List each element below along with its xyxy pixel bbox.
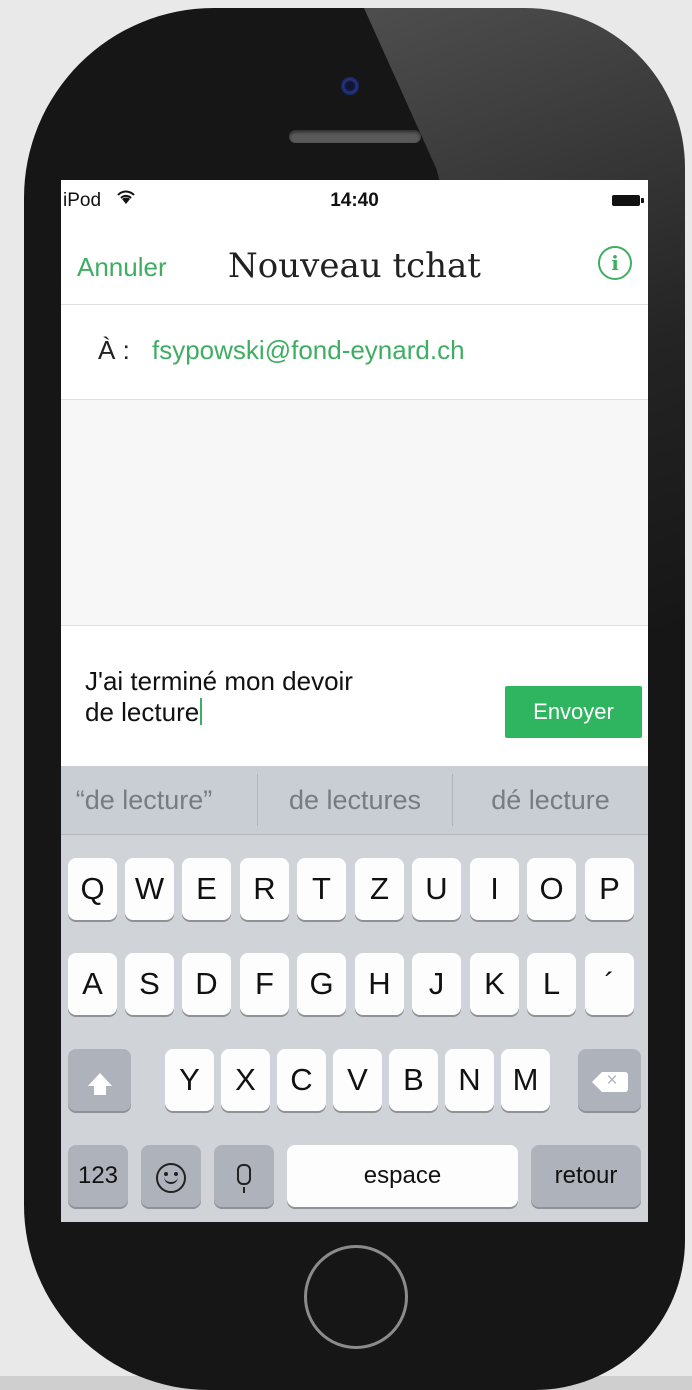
key-e[interactable]: E [182, 858, 231, 920]
key-z[interactable]: Z [355, 858, 404, 920]
front-camera [343, 79, 357, 93]
shift-arrow-icon [87, 1073, 112, 1095]
navigation-bar: Annuler Nouveau tchat i [61, 220, 648, 305]
backspace-icon [591, 1050, 628, 1112]
status-bar: iPod 14:40 [61, 180, 648, 220]
autocorrect-suggestion-bar: “de lecture” de lectures dé lecture [61, 766, 648, 835]
message-text-line-2: de lecture [85, 697, 200, 727]
microphone-icon [237, 1164, 251, 1194]
earpiece-speaker [289, 130, 421, 143]
home-button[interactable] [304, 1245, 408, 1349]
key-o[interactable]: O [527, 858, 576, 920]
send-button[interactable]: Envoyer [505, 686, 642, 738]
numbers-key[interactable]: 123 [68, 1145, 128, 1207]
shift-key[interactable] [68, 1049, 131, 1111]
smiley-icon [156, 1162, 186, 1193]
compose-bar: J'ai terminé mon devoir de lecture Envoy… [61, 626, 648, 766]
message-text-line-1: J'ai terminé mon devoir [85, 666, 353, 696]
battery-icon [612, 195, 644, 206]
key-i[interactable]: I [470, 858, 519, 920]
key-d[interactable]: D [182, 953, 231, 1015]
suggestion-3[interactable]: dé lecture [453, 766, 648, 834]
recipient-row: À : fsypowski@fond-eynard.ch [61, 305, 648, 400]
status-time: 14:40 [330, 190, 379, 211]
recipient-label: À : [98, 335, 130, 365]
key-b[interactable]: B [389, 1049, 438, 1111]
key-v[interactable]: V [333, 1049, 382, 1111]
key-h[interactable]: H [355, 953, 404, 1015]
key-t[interactable]: T [297, 858, 346, 920]
phone-frame: iPod 14:40 Annuler Nouveau tchat i À : f… [24, 8, 685, 1390]
message-input[interactable]: J'ai terminé mon devoir de lecture [85, 666, 465, 728]
text-caret [200, 698, 203, 725]
key-l[interactable]: L [527, 953, 576, 1015]
phone-screen: iPod 14:40 Annuler Nouveau tchat i À : f… [61, 180, 648, 1222]
suggestion-2[interactable]: de lectures [258, 766, 452, 834]
key-g[interactable]: G [297, 953, 346, 1015]
return-key[interactable]: retour [531, 1145, 641, 1207]
key-a[interactable]: A [68, 953, 117, 1015]
emoji-key[interactable] [141, 1145, 201, 1207]
dictation-key[interactable] [214, 1145, 274, 1207]
suggestion-1[interactable]: “de lecture” [61, 766, 257, 834]
key-c[interactable]: C [277, 1049, 326, 1111]
key-f[interactable]: F [240, 953, 289, 1015]
message-thread-area [61, 400, 648, 626]
delete-key[interactable] [578, 1049, 641, 1112]
key-p[interactable]: P [585, 858, 634, 920]
key-k[interactable]: K [470, 953, 519, 1015]
key-w[interactable]: W [125, 858, 174, 920]
key-u[interactable]: U [412, 858, 461, 920]
key-r[interactable]: R [240, 858, 289, 920]
keyboard: Q W E R T Z U I O P A S D F G H J K L ´ … [61, 835, 648, 1222]
key-x[interactable]: X [221, 1049, 270, 1111]
key-m[interactable]: M [501, 1049, 550, 1111]
recipient-address[interactable]: fsypowski@fond-eynard.ch [152, 335, 465, 366]
page-title: Nouveau tchat [228, 246, 481, 286]
key-y[interactable]: Y [165, 1049, 214, 1111]
key-n[interactable]: N [445, 1049, 494, 1111]
key-j[interactable]: J [412, 953, 461, 1015]
key-acute-accent[interactable]: ´ [585, 953, 634, 1015]
key-s[interactable]: S [125, 953, 174, 1015]
space-key[interactable]: espace [287, 1145, 518, 1207]
key-q[interactable]: Q [68, 858, 117, 920]
info-icon[interactable]: i [598, 246, 632, 280]
